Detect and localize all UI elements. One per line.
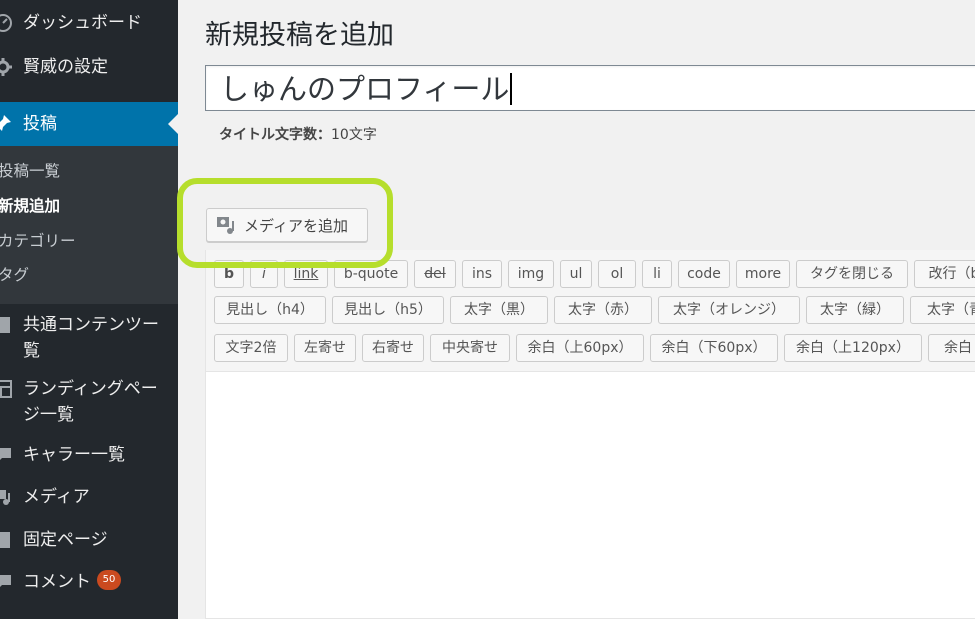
menu-landing-pages-label: ランディングペー ジ一覧 [23,376,158,428]
quicktag-row3-0[interactable]: 文字2倍 [214,334,288,362]
menu-dashboard-label: ダッシュボード [23,13,142,33]
dashboard-icon [0,14,12,32]
menu-media[interactable]: メディア [0,484,178,512]
submenu-all-posts[interactable]: 投稿一覧 [0,161,60,181]
submenu-categories[interactable]: カテゴリー [0,231,76,251]
menu-comments-label: コメント 50 [23,569,121,595]
posts-submenu: 投稿一覧 新規追加 カテゴリー タグ [0,146,178,304]
menu-pages-label: 固定ページ [23,530,108,550]
menu-landing-pages[interactable]: ランディングペー ジ一覧 [0,376,178,428]
quicktag-row2-5[interactable]: 太字（緑） [806,296,904,324]
title-char-count-value: 10文字 [331,127,377,143]
menu-dashboard[interactable]: ダッシュボード [0,10,178,38]
submenu-add-new[interactable]: 新規追加 [0,196,60,216]
quicktag-row3-1[interactable]: 左寄せ [294,334,356,362]
quicktag-row1-7[interactable]: ul [560,260,592,288]
post-title-input[interactable]: しゅんのプロフィール [205,65,975,111]
menu-comments-text: コメント [23,572,91,592]
document-icon [0,317,10,333]
quicktag-row1-11[interactable]: more [736,260,790,288]
quicktag-row2-1[interactable]: 見出し（h5） [332,296,444,324]
speech-bubble-icon [0,448,11,460]
current-menu-arrow [168,114,178,134]
quicktag-row1-4[interactable]: del [414,260,456,288]
quicktags-toolbar: b i link b-quote del ins img ul ol li code more タグを閉… [205,250,975,372]
media-icon [0,490,10,505]
text-caret [510,73,512,105]
quicktag-row3-7[interactable]: 余白 [928,334,975,362]
quicktag-row1-8[interactable]: ol [598,260,636,288]
menu-posts[interactable]: 投稿 [0,102,178,146]
menu-kenshin-settings[interactable]: 賢威の設定 [0,54,178,82]
menu-common-content-line1: 共通コンテンツー [23,315,159,335]
menu-landing-line1: ランディングペー [23,379,158,399]
quicktag-row3-3[interactable]: 中央寄せ [430,334,510,362]
menu-characters[interactable]: キャラー一覧 [0,442,178,470]
quicktag-row1-10[interactable]: code [678,260,730,288]
menu-common-content[interactable]: 共通コンテンツー 覧 [0,312,178,364]
quicktag-row2-6[interactable]: 太字（青 [910,296,975,324]
menu-comments[interactable]: コメント 50 [0,569,178,597]
page-icon [0,532,10,548]
quicktag-row3-4[interactable]: 余白（上60px） [516,334,644,362]
add-media-button[interactable]: メディアを追加 [206,208,368,242]
quicktag-row3-5[interactable]: 余白（下60px） [650,334,778,362]
pin-icon [0,115,11,131]
quicktag-row1-6[interactable]: img [508,260,554,288]
quicktag-row1-12[interactable]: タグを閉じる [796,260,908,288]
post-title-value: しゅんのプロフィール [220,72,510,106]
admin-sidebar: ダッシュボード 賢威の設定 投稿 投稿一覧 新規追加 カテゴリー タグ 共通コン… [0,0,178,619]
title-char-count: タイトル文字数：10文字 [219,124,377,144]
menu-common-content-label: 共通コンテンツー 覧 [23,312,159,364]
menu-landing-line2: ジ一覧 [23,405,74,425]
quicktag-row1-9[interactable]: li [642,260,672,288]
title-char-count-label: タイトル文字数： [219,127,331,143]
layout-icon [0,380,12,398]
menu-characters-label: キャラー一覧 [23,445,125,465]
quicktag-row1-5[interactable]: ins [462,260,502,288]
comment-icon [0,575,11,587]
menu-posts-label: 投稿 [23,114,57,134]
menu-pages[interactable]: 固定ページ [0,527,178,555]
quicktag-row1-13[interactable]: 改行（b [914,260,975,288]
submenu-tags[interactable]: タグ [0,265,29,285]
quicktag-row2-2[interactable]: 太字（黒） [450,296,548,324]
add-media-icon [217,217,234,234]
gear-icon [0,58,12,76]
quicktag-row2-4[interactable]: 太字（オレンジ） [658,296,800,324]
add-media-label: メディアを追加 [244,216,348,235]
comment-count-badge: 50 [97,570,121,590]
page-title: 新規投稿を追加 [205,20,394,51]
menu-media-label: メディア [23,487,90,507]
quicktag-row3-2[interactable]: 右寄せ [362,334,424,362]
quicktag-row2-3[interactable]: 太字（赤） [554,296,652,324]
menu-common-content-line2: 覧 [23,341,40,361]
quicktag-row3-6[interactable]: 余白（上120px） [784,334,922,362]
quicktag-row2-0[interactable]: 見出し（h4） [214,296,326,324]
menu-kenshin-settings-label: 賢威の設定 [23,57,108,77]
